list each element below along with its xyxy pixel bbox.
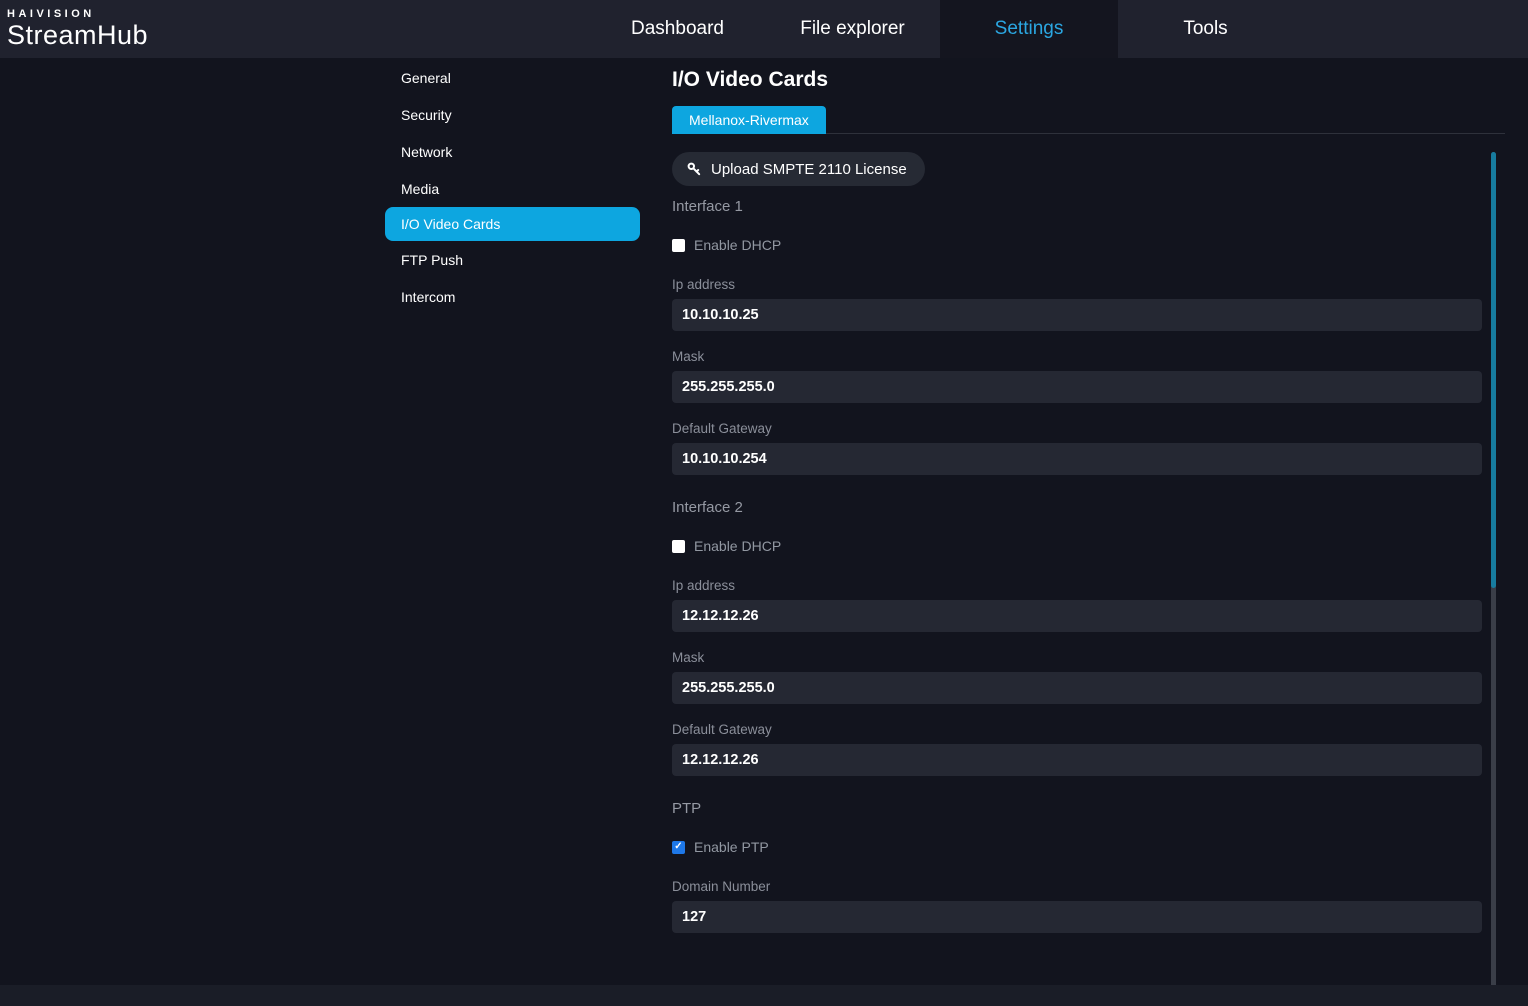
field-group-mask-1: Mask [672, 349, 1505, 403]
enable-ptp-checkbox[interactable] [672, 841, 685, 854]
field-group-gateway-2: Default Gateway [672, 722, 1505, 776]
ip-address-label-2: Ip address [672, 578, 1505, 593]
mask-input-2[interactable] [672, 672, 1482, 704]
nav-tab-settings[interactable]: Settings [940, 0, 1118, 58]
enable-dhcp-checkbox-2[interactable] [672, 540, 685, 553]
mask-input-1[interactable] [672, 371, 1482, 403]
sidebar-item-intercom[interactable]: Intercom [385, 278, 640, 315]
mask-label-1: Mask [672, 349, 1505, 364]
section-heading-interface-2: Interface 2 [672, 499, 1505, 516]
field-group-gateway-1: Default Gateway [672, 421, 1505, 475]
field-group-domain-number: Domain Number [672, 879, 1505, 933]
sidebar-item-security[interactable]: Security [385, 96, 640, 133]
section-heading-ptp: PTP [672, 800, 1505, 817]
mask-label-2: Mask [672, 650, 1505, 665]
field-group-ip-2: Ip address [672, 578, 1505, 632]
enable-ptp-label: Enable PTP [694, 839, 769, 855]
default-gateway-label-1: Default Gateway [672, 421, 1505, 436]
upload-license-label: Upload SMPTE 2110 License [711, 161, 907, 178]
upload-license-button[interactable]: Upload SMPTE 2110 License [672, 152, 925, 186]
enable-dhcp-checkbox-1[interactable] [672, 239, 685, 252]
ip-address-input-2[interactable] [672, 600, 1482, 632]
enable-ptp-row: Enable PTP [672, 839, 1505, 855]
enable-dhcp-label-1: Enable DHCP [694, 237, 781, 253]
tab-mellanox-rivermax[interactable]: Mellanox-Rivermax [672, 106, 826, 134]
nav-tab-dashboard[interactable]: Dashboard [590, 0, 765, 58]
section-heading-interface-1: Interface 1 [672, 198, 1505, 215]
field-group-ip-1: Ip address [672, 277, 1505, 331]
nav-tab-tools[interactable]: Tools [1118, 0, 1293, 58]
sidebar-item-media[interactable]: Media [385, 170, 640, 207]
domain-number-input[interactable] [672, 901, 1482, 933]
sidebar-item-io-video-cards[interactable]: I/O Video Cards [385, 207, 640, 241]
settings-sidebar: General Security Network Media I/O Video… [385, 59, 640, 315]
logo-product-name: StreamHub [7, 20, 148, 51]
nav-tab-file-explorer[interactable]: File explorer [765, 0, 940, 58]
logo-company-name: HAIVISION [7, 8, 148, 20]
default-gateway-input-1[interactable] [672, 443, 1482, 475]
key-icon [686, 161, 702, 177]
enable-dhcp-label-2: Enable DHCP [694, 538, 781, 554]
ip-address-input-1[interactable] [672, 299, 1482, 331]
enable-dhcp-row-1: Enable DHCP [672, 237, 1505, 253]
default-gateway-input-2[interactable] [672, 744, 1482, 776]
settings-content: I/O Video Cards Mellanox-Rivermax Upload… [672, 58, 1505, 933]
field-group-mask-2: Mask [672, 650, 1505, 704]
app-logo: HAIVISION StreamHub [7, 8, 148, 51]
enable-dhcp-row-2: Enable DHCP [672, 538, 1505, 554]
scrollbar-track[interactable] [1491, 152, 1496, 993]
sidebar-item-ftp-push[interactable]: FTP Push [385, 241, 640, 278]
scrollbar-thumb[interactable] [1491, 152, 1496, 588]
domain-number-label: Domain Number [672, 879, 1505, 894]
card-tab-bar: Mellanox-Rivermax [672, 106, 1505, 134]
main-nav: Dashboard File explorer Settings Tools [590, 0, 1293, 58]
header-bar: HAIVISION StreamHub Dashboard File explo… [0, 0, 1528, 58]
page-title: I/O Video Cards [672, 68, 1505, 92]
sidebar-item-general[interactable]: General [385, 59, 640, 96]
ip-address-label-1: Ip address [672, 277, 1505, 292]
default-gateway-label-2: Default Gateway [672, 722, 1505, 737]
footer-strip [0, 985, 1528, 1006]
sidebar-item-network[interactable]: Network [385, 133, 640, 170]
